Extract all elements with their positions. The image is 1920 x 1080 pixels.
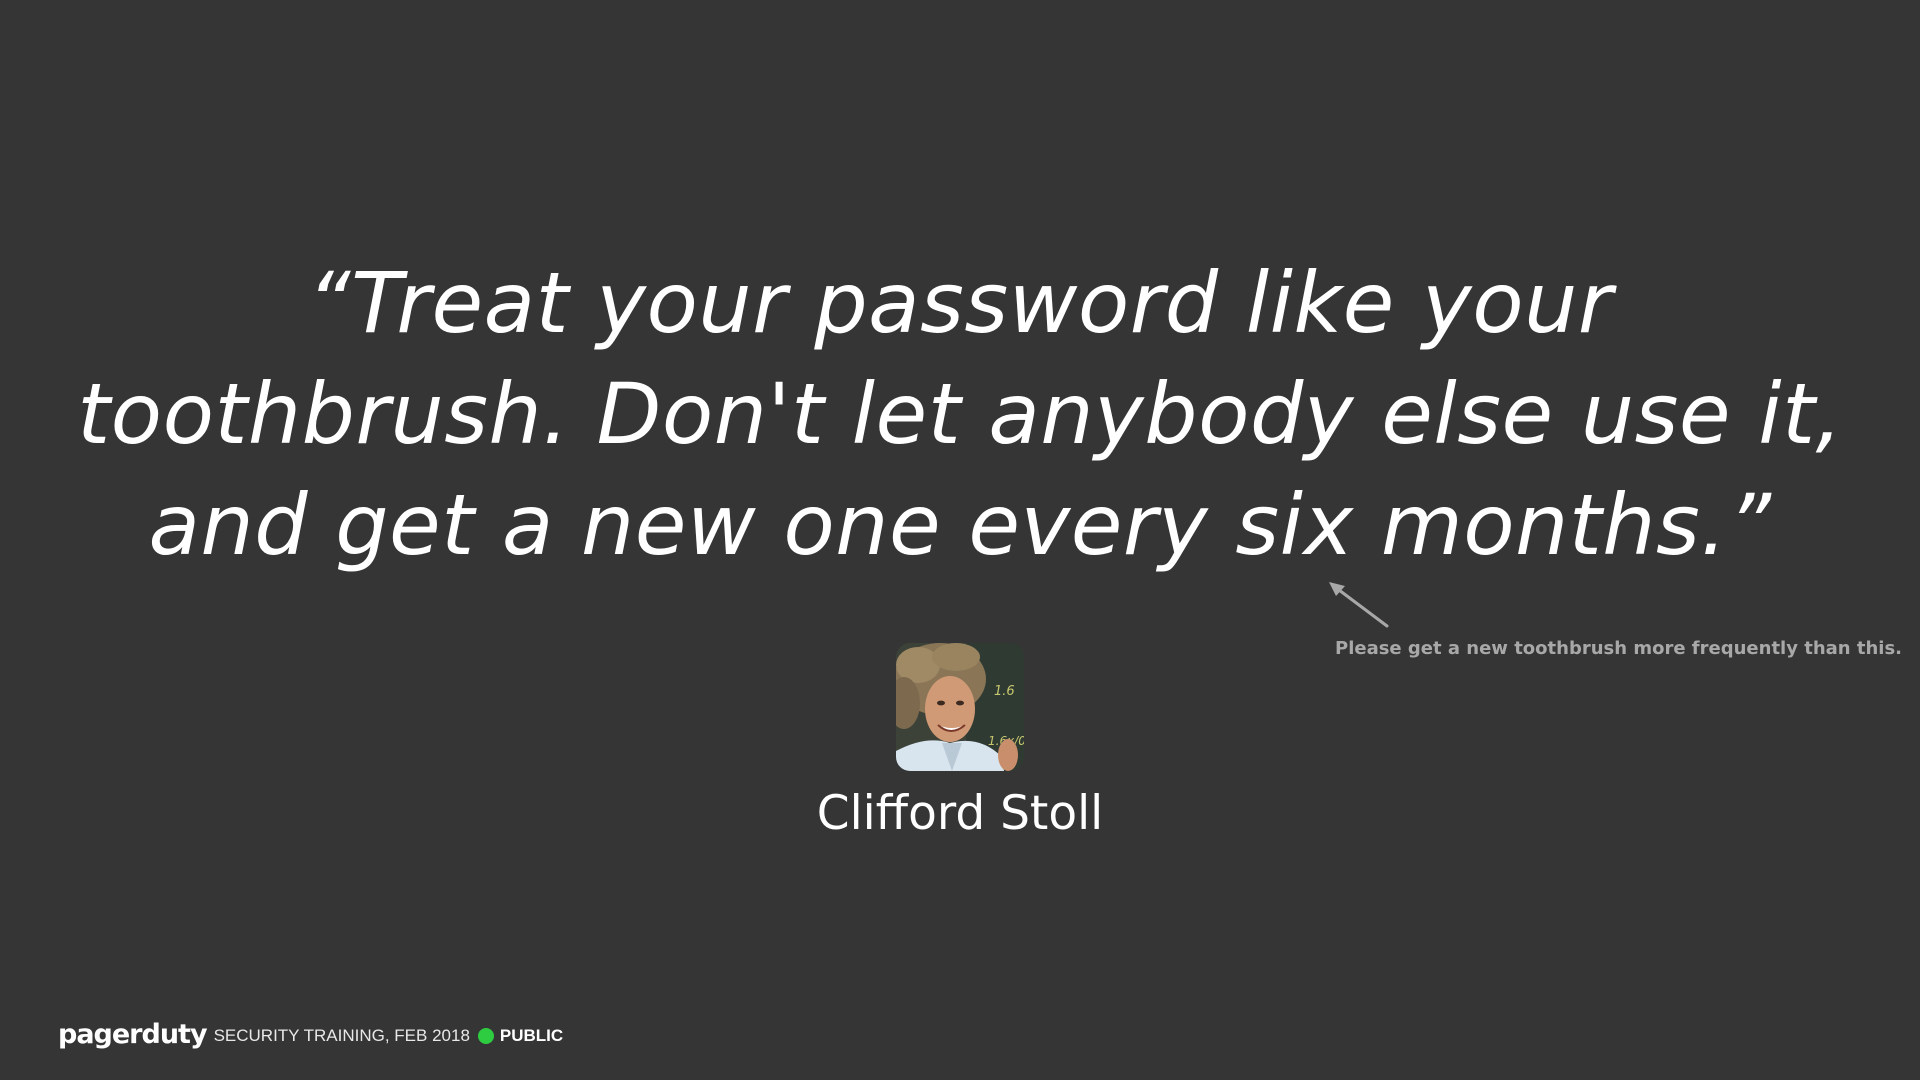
footer-bar: pagerduty SECURITY TRAINING, FEB 2018 PU… xyxy=(58,1018,563,1054)
brand-logo: pagerduty xyxy=(58,1018,208,1050)
author-avatar: 1.6 1.6x/0 xyxy=(896,643,1024,771)
arrow-icon xyxy=(1329,582,1389,628)
quote-text: “Treat your password like your toothbrus… xyxy=(60,248,1860,581)
status-dot-icon xyxy=(477,1028,494,1044)
portrait-photo-icon: 1.6 1.6x/0 xyxy=(896,643,1024,771)
author-name: Clifford Stoll xyxy=(816,786,1104,841)
classification-label: PUBLIC xyxy=(499,1026,564,1045)
svg-text:1.6: 1.6 xyxy=(994,684,1015,699)
quote-line-1: “Treat your password like your xyxy=(307,254,1613,352)
quote-line-3: and get a new one every six months.” xyxy=(148,476,1772,574)
event-label: SECURITY TRAINING, FEB 2018 xyxy=(213,1026,470,1045)
annotation-note: Please get a new toothbrush more frequen… xyxy=(1335,638,1902,659)
quote-line-2: toothbrush. Don't let anybody else use i… xyxy=(77,365,1843,463)
